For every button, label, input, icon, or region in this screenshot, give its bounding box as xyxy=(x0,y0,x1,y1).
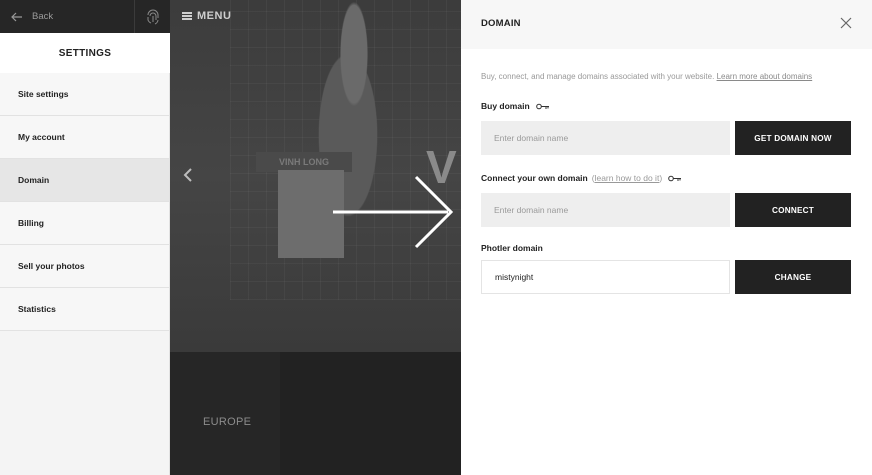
key-icon xyxy=(535,103,549,109)
fingerprint-icon xyxy=(147,9,158,24)
key-icon xyxy=(668,175,682,181)
back-label: Back xyxy=(32,11,54,22)
settings-sidebar: Back SETTINGS Site settings My account D… xyxy=(0,0,170,475)
sidebar-item-domain[interactable]: Domain xyxy=(0,159,169,202)
buy-domain-label-text: Buy domain xyxy=(481,101,530,111)
settings-title: SETTINGS xyxy=(0,33,170,73)
learn-how-link-text[interactable]: learn how to do it xyxy=(595,173,660,183)
sidebar-item-sell-your-photos[interactable]: Sell your photos xyxy=(0,245,169,288)
connect-button[interactable]: CONNECT xyxy=(735,193,851,227)
site-menu-button[interactable]: MENU xyxy=(182,10,231,22)
connect-domain-label: Connect your own domain (learn how to do… xyxy=(481,173,682,183)
connect-domain-label-text: Connect your own domain xyxy=(481,173,588,183)
sidebar-item-billing[interactable]: Billing xyxy=(0,202,169,245)
hamburger-icon xyxy=(182,12,192,20)
photler-domain-input[interactable] xyxy=(481,260,730,294)
domain-panel: DOMAIN Buy, connect, and manage domains … xyxy=(461,0,872,475)
close-icon[interactable] xyxy=(840,17,852,29)
learn-how-link[interactable]: (learn how to do it) xyxy=(592,173,662,183)
sidebar-top-bar: Back xyxy=(0,0,170,33)
menu-label: MENU xyxy=(197,10,232,22)
connect-domain-input[interactable] xyxy=(481,193,730,227)
panel-title: DOMAIN xyxy=(481,18,521,29)
gallery-tiles xyxy=(170,352,461,475)
europe-tile[interactable] xyxy=(170,352,280,475)
fingerprint-button[interactable] xyxy=(134,0,170,33)
photo-sign: VINH LONG xyxy=(256,152,352,172)
europe-tile-label: EUROPE xyxy=(203,416,252,428)
get-domain-now-button[interactable]: GET DOMAIN NOW xyxy=(735,121,851,155)
panel-intro: Buy, connect, and manage domains associa… xyxy=(481,72,812,81)
buy-domain-label: Buy domain xyxy=(481,101,550,111)
photler-domain-label: Photler domain xyxy=(481,243,543,253)
learn-more-link[interactable]: Learn more about domains xyxy=(717,72,813,81)
chevron-left-icon[interactable] xyxy=(182,166,194,184)
sidebar-item-my-account[interactable]: My account xyxy=(0,116,169,159)
back-button[interactable]: Back xyxy=(0,0,134,33)
change-button[interactable]: CHANGE xyxy=(735,260,851,294)
buy-domain-input[interactable] xyxy=(481,121,730,155)
panel-header: DOMAIN xyxy=(461,0,872,49)
settings-menu: Site settings My account Domain Billing … xyxy=(0,73,169,331)
sidebar-item-statistics[interactable]: Statistics xyxy=(0,288,169,331)
sidebar-item-site-settings[interactable]: Site settings xyxy=(0,73,169,116)
intro-text: Buy, connect, and manage domains associa… xyxy=(481,72,715,81)
back-arrow-icon xyxy=(11,12,22,21)
annotation-arrow-icon xyxy=(333,175,454,249)
